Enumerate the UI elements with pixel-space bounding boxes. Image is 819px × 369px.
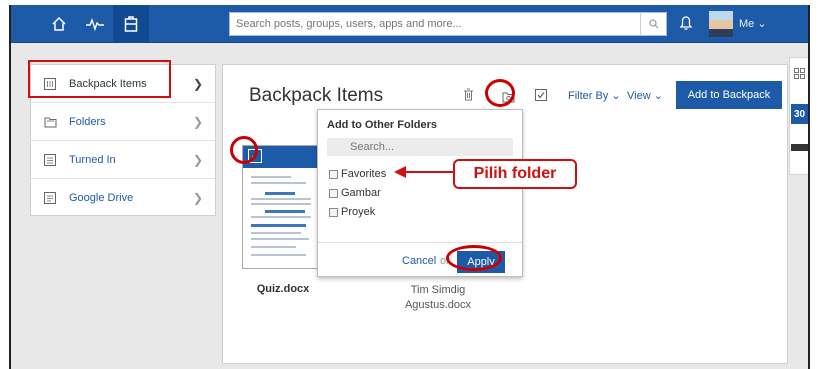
- sidebar-item-google-drive[interactable]: Google Drive ❯: [31, 179, 215, 217]
- chevron-down-icon: ⌄: [611, 90, 621, 102]
- popup-title: Add to Other Folders: [327, 119, 437, 131]
- annotation-arrow: [394, 165, 454, 184]
- user-menu[interactable]: Me ⌄: [739, 17, 767, 30]
- popup-footer-divider: [318, 242, 522, 243]
- chevron-right-icon: ❯: [192, 115, 203, 129]
- item-name: Tim Simdig Agustus.docx: [388, 283, 488, 313]
- page-title: Backpack Items: [249, 85, 384, 106]
- user-label: Me: [739, 18, 755, 30]
- sidebar-item-label: Folders: [69, 115, 106, 128]
- trash-icon[interactable]: [463, 88, 474, 106]
- item-name-line: Tim Simdig: [410, 284, 466, 296]
- drive-icon: [43, 191, 57, 205]
- chevron-down-icon: ⌄: [757, 18, 767, 30]
- sidebar-item-folders[interactable]: Folders ❯: [31, 103, 215, 141]
- chevron-down-icon: ⌄: [653, 90, 663, 102]
- grid-icon[interactable]: [794, 66, 805, 84]
- sidebar-item-label: Google Drive: [69, 192, 134, 204]
- folder-icon: [43, 115, 57, 129]
- checkbox[interactable]: [329, 207, 338, 217]
- folder-search-input[interactable]: [327, 138, 513, 156]
- backpack-icon[interactable]: [113, 5, 149, 43]
- add-to-folder-icon[interactable]: [502, 90, 515, 108]
- cancel-link[interactable]: Cancel: [402, 255, 436, 267]
- app-window: Me ⌄ Backpack Items ❯ Folders ❯ Turned I…: [9, 5, 810, 369]
- filter-dropdown[interactable]: Filter By ⌄: [568, 89, 621, 102]
- checkbox[interactable]: [329, 188, 338, 198]
- home-icon[interactable]: [41, 5, 77, 43]
- or-text: or: [440, 255, 450, 267]
- folder-option-label: Favorites: [341, 168, 387, 180]
- chevron-right-icon: ❯: [192, 77, 203, 91]
- add-to-backpack-button[interactable]: Add to Backpack: [676, 81, 782, 109]
- checkbox[interactable]: [329, 169, 338, 179]
- calendar-icon[interactable]: 30: [791, 104, 808, 124]
- sidebar-item-label: Turned In: [69, 153, 116, 166]
- search-input[interactable]: [230, 13, 630, 35]
- chevron-right-icon: ❯: [192, 191, 203, 205]
- filter-label: Filter By: [568, 90, 609, 102]
- select-all-icon[interactable]: [535, 88, 547, 106]
- folder-option-proyek[interactable]: Proyek: [329, 206, 375, 218]
- chevron-right-icon: ❯: [192, 153, 203, 167]
- nav-icons: [41, 5, 149, 43]
- bell-icon[interactable]: [679, 14, 693, 37]
- apply-button[interactable]: Apply: [457, 251, 505, 273]
- folder-option-label: Proyek: [341, 206, 376, 218]
- search-box[interactable]: [229, 12, 667, 36]
- top-nav-bar: Me ⌄: [11, 5, 808, 43]
- view-dropdown[interactable]: View ⌄: [627, 89, 663, 102]
- item-checkbox[interactable]: ✓: [248, 149, 262, 163]
- folder-option-label: Gambar: [341, 187, 381, 199]
- inbox-icon: [43, 153, 57, 167]
- avatar[interactable]: [709, 11, 733, 37]
- annotation-callout: Pilih folder: [453, 159, 577, 189]
- item-name: Quiz.docx: [256, 283, 310, 295]
- folder-option-gambar[interactable]: Gambar: [329, 187, 381, 199]
- right-toolbar: 30: [789, 57, 808, 175]
- folder-option-favorites[interactable]: Favorites: [329, 168, 386, 180]
- view-label: View: [627, 90, 651, 102]
- item-name-line: Agustus.docx: [404, 299, 472, 311]
- app-tile-icon[interactable]: [791, 144, 808, 151]
- activity-icon[interactable]: [77, 5, 113, 43]
- sidebar-item-turned-in[interactable]: Turned In ❯: [31, 141, 215, 179]
- annotation-highlight-box: [28, 60, 171, 98]
- search-icon[interactable]: [640, 13, 666, 35]
- add-to-folders-popup: Add to Other Folders Favorites Gambar Pr…: [317, 109, 523, 277]
- document-thumbnail[interactable]: [242, 145, 320, 269]
